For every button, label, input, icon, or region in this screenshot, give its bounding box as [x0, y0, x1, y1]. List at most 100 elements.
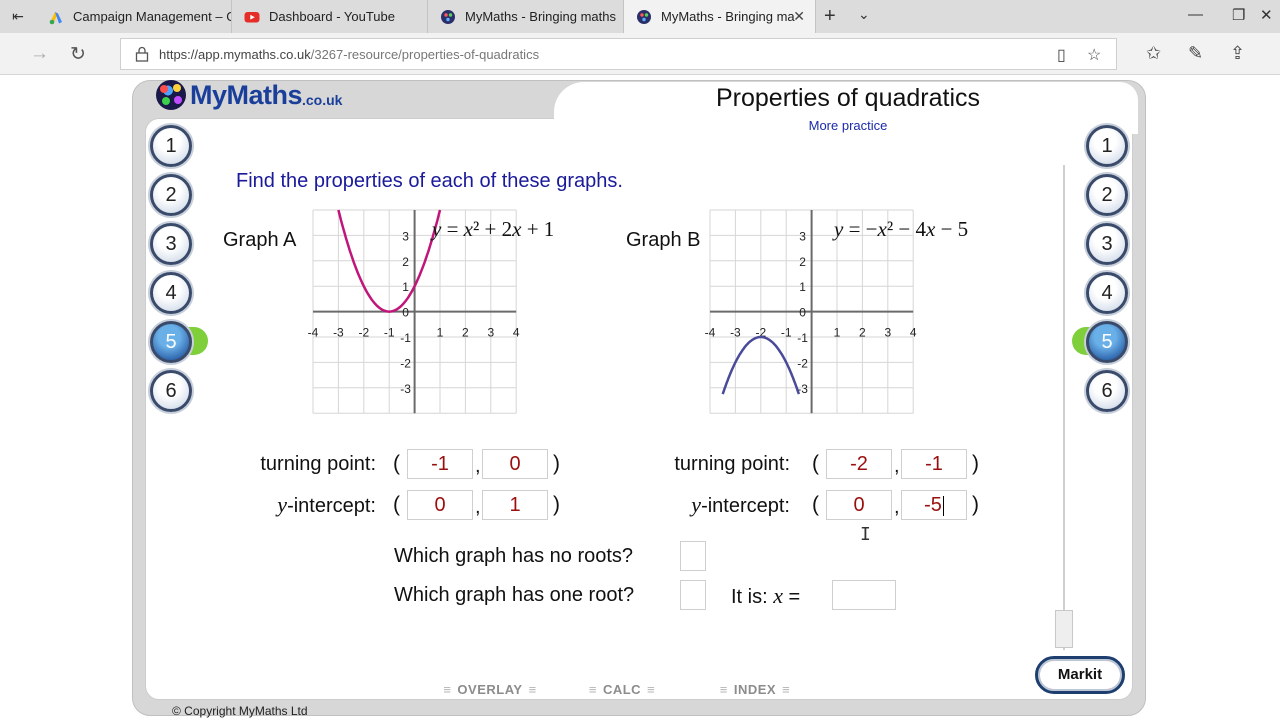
question-2-button[interactable]: 2	[150, 174, 192, 216]
address-bar: → ↻ https://app.mymaths.co.uk/3267-resou…	[0, 33, 1280, 75]
y-intercept-label-b: y-intercept:	[640, 492, 790, 518]
markit-label: Markit	[1057, 666, 1103, 683]
x-tick-label: 1	[437, 326, 444, 340]
y-tick-label: 1	[402, 280, 409, 294]
y-tick-label: 0	[402, 306, 409, 320]
y-tick-label: 2	[799, 255, 806, 269]
more-practice-link[interactable]: More practice	[760, 118, 936, 133]
comma: ,	[475, 496, 481, 518]
scrollbar-track[interactable]	[1063, 165, 1065, 650]
eq-var: y	[432, 217, 442, 241]
x-tick-label: 1	[834, 326, 841, 340]
lock-icon	[135, 46, 149, 62]
open-paren: (	[393, 493, 400, 516]
question-5-button[interactable]: 5	[150, 321, 192, 363]
x-tick-label: -3	[730, 326, 741, 340]
logo-ball-icon	[156, 80, 186, 110]
restore-icon[interactable]: ❐	[1232, 6, 1245, 24]
chevron-down-icon[interactable]: ⌄	[858, 6, 870, 23]
eq-var: x	[463, 217, 473, 241]
scrollbar-thumb[interactable]	[1055, 610, 1073, 648]
instruction-text: Find the properties of each of these gra…	[236, 170, 623, 192]
youtube-icon	[244, 11, 260, 22]
reading-view-icon[interactable]: ▯	[1057, 45, 1066, 65]
close-tab-icon[interactable]: ✕	[793, 8, 805, 25]
graph-b-intercept-y-input[interactable]: -5	[901, 490, 967, 520]
question-4-button-right[interactable]: 4	[1086, 272, 1128, 314]
turning-point-label-b: turning point:	[674, 453, 790, 475]
browser-tab-bar: ⇤ Campaign Management – G Dashboard - Yo…	[0, 0, 1280, 33]
question-1-button-right[interactable]: 1	[1086, 125, 1128, 167]
x-tick-label: 4	[513, 326, 520, 340]
root-x-input[interactable]	[832, 580, 896, 610]
question-5-button-right[interactable]: 5	[1086, 321, 1128, 363]
tab-actions-icon[interactable]: ⇤	[0, 0, 36, 33]
browser-tab-youtube[interactable]: Dashboard - YouTube	[232, 0, 428, 33]
eq-part: − 5	[935, 217, 969, 241]
google-ads-icon	[49, 11, 62, 24]
graph-a-intercept-y-input[interactable]: 1	[482, 490, 548, 520]
browser-tab-campaign[interactable]: Campaign Management – G	[36, 0, 232, 33]
refresh-icon[interactable]: ↻	[70, 43, 86, 66]
intercept-text: -intercept:	[287, 495, 376, 517]
close-paren: )	[553, 493, 560, 516]
graph-b-equation: y = −x² − 4x − 5	[834, 217, 968, 242]
question-3-button-right[interactable]: 3	[1086, 223, 1128, 265]
y-tick-label: -2	[400, 356, 411, 370]
question-6-button-right[interactable]: 6	[1086, 370, 1128, 412]
markit-button[interactable]: Markit	[1035, 656, 1125, 694]
x-tick-label: -1	[781, 326, 792, 340]
share-icon[interactable]: ⇪	[1230, 43, 1245, 64]
graph-a-turning-y-input[interactable]: 0	[482, 449, 548, 479]
calc-tab[interactable]: CALC	[572, 682, 672, 700]
it-is-label: It is: x =	[731, 583, 800, 609]
favorite-star-icon[interactable]: ☆	[1087, 45, 1101, 65]
one-root-input[interactable]	[680, 580, 706, 610]
x-tick-label: 3	[884, 326, 891, 340]
eq-part: + 1	[521, 217, 555, 241]
tab-label: MyMaths - Bringing maths	[465, 9, 616, 24]
overlay-tab[interactable]: OVERLAY	[426, 682, 554, 700]
browser-tab-mymaths-active[interactable]: MyMaths - Bringing ma ✕	[624, 0, 816, 33]
pen-icon[interactable]: ✎	[1188, 43, 1203, 64]
back-forward-icon[interactable]: →	[30, 43, 49, 65]
eq-var: x	[925, 217, 936, 241]
index-tab[interactable]: INDEX	[696, 682, 814, 700]
browser-tab-mymaths-1[interactable]: MyMaths - Bringing maths	[428, 0, 624, 33]
eq-part: = −	[843, 217, 878, 241]
new-tab-icon[interactable]: +	[824, 5, 836, 28]
graph-a-turning-x-input[interactable]: -1	[407, 449, 473, 479]
close-paren: )	[972, 452, 979, 475]
graph-b-turning-x-input[interactable]: -2	[826, 449, 892, 479]
question-4-button[interactable]: 4	[150, 272, 192, 314]
graph-b-intercept-x-input[interactable]: 0	[826, 490, 892, 520]
logo-text: MyMaths	[190, 80, 303, 110]
question-2-button-right[interactable]: 2	[1086, 174, 1128, 216]
eq-var: x	[877, 217, 887, 241]
turning-point-label-a: turning point:	[260, 453, 376, 475]
y-intercept-label-a: y-intercept:	[226, 492, 376, 518]
eq-part: =	[441, 217, 464, 241]
page-title: Properties of quadratics	[715, 84, 981, 112]
mymaths-logo: MyMaths .co.uk	[156, 80, 346, 114]
open-paren: (	[812, 452, 819, 475]
question-1-button[interactable]: 1	[150, 125, 192, 167]
close-window-icon[interactable]: ✕	[1260, 6, 1273, 24]
graph-a-label: Graph A	[223, 229, 297, 251]
question-6-button[interactable]: 6	[150, 370, 192, 412]
minimize-icon[interactable]: —	[1188, 6, 1203, 23]
url-input[interactable]: https://app.mymaths.co.uk/3267-resource/…	[120, 38, 1117, 70]
favorites-icon[interactable]: ✩	[1146, 43, 1161, 64]
tab-label: MyMaths - Bringing ma	[661, 9, 795, 24]
question-3-button[interactable]: 3	[150, 223, 192, 265]
graph-a-intercept-x-input[interactable]: 0	[407, 490, 473, 520]
x-tick-label: -4	[308, 326, 319, 340]
y-tick-label: 3	[799, 229, 806, 243]
y-tick-label: -3	[400, 382, 411, 396]
graph-b-turning-y-input[interactable]: -1	[901, 449, 967, 479]
comma: ,	[475, 455, 481, 477]
no-roots-input[interactable]	[680, 541, 706, 571]
eq-var: y	[834, 217, 844, 241]
open-paren: (	[812, 493, 819, 516]
text-cursor-icon: I	[860, 524, 871, 545]
